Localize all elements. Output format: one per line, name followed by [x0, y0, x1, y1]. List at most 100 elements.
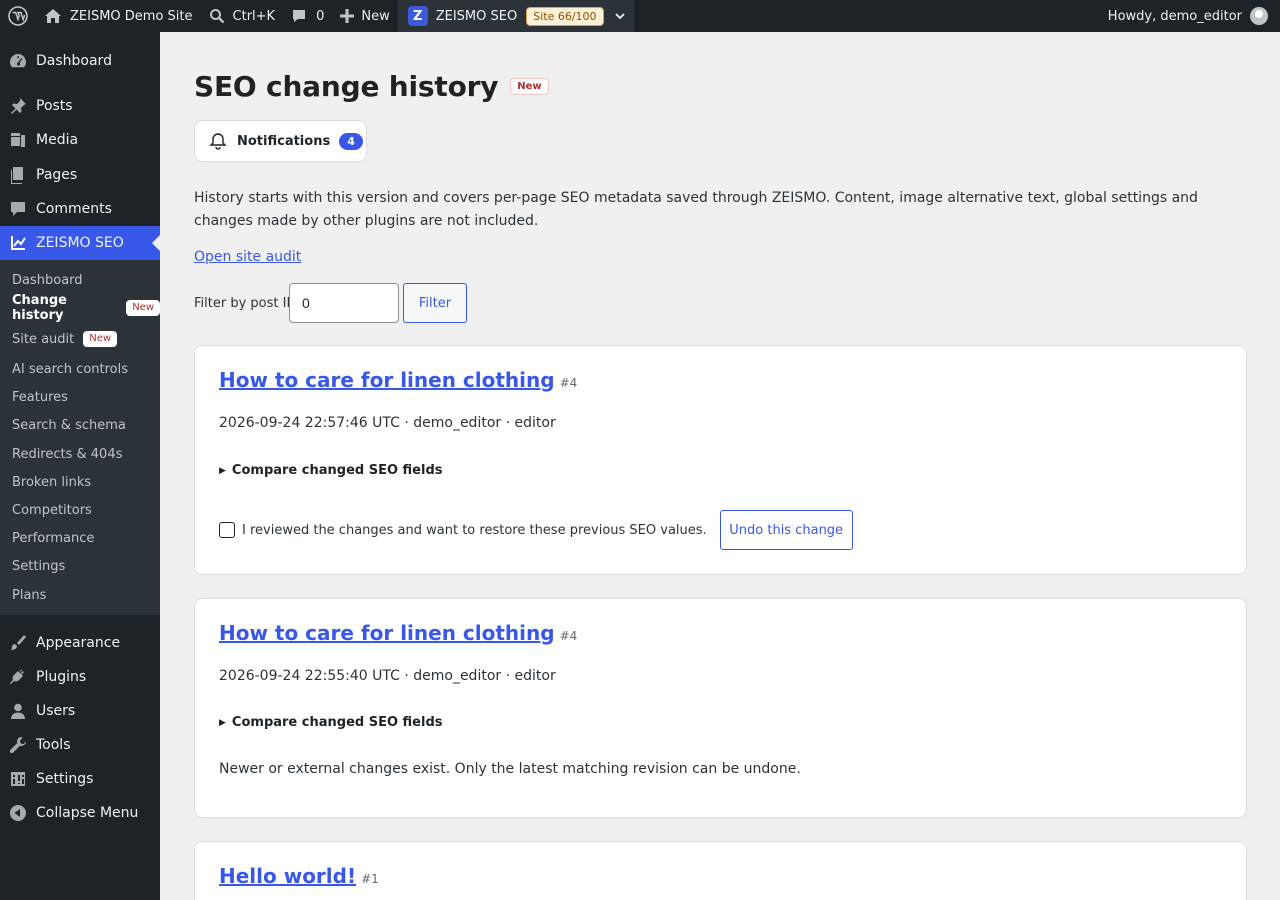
entry-title: Hello world! #1 — [219, 864, 379, 888]
intro-text: History starts with this version and cov… — [194, 190, 1198, 229]
confirm-restore-checkbox[interactable] — [219, 522, 235, 538]
submenu-plans[interactable]: Plans — [12, 584, 46, 606]
post-id-filter-input[interactable] — [289, 283, 399, 323]
avatar — [1250, 7, 1268, 25]
sliders-icon — [0, 770, 36, 788]
collapse-menu-button[interactable]: Collapse Menu — [0, 796, 160, 830]
plus-icon — [340, 9, 355, 23]
submenu-site-audit[interactable]: Site audit New — [12, 328, 118, 350]
menu-posts[interactable]: Posts — [0, 89, 160, 123]
submenu-broken-links[interactable]: Broken links — [12, 471, 91, 493]
filter-label: Filter by post ID — [194, 296, 297, 311]
menu-settings[interactable]: Settings — [0, 762, 160, 796]
page-title-text: SEO change history — [194, 70, 499, 103]
admin-sidebar: Dashboard Posts Media Pages Comments ZEI… — [0, 32, 160, 900]
submenu-settings[interactable]: Settings — [12, 555, 65, 577]
entry-post-link[interactable]: How to care for linen clothing — [219, 621, 555, 645]
menu-users[interactable]: Users — [0, 694, 160, 728]
undo-unavailable-note: Newer or external changes exist. Only th… — [219, 761, 801, 777]
pin-icon — [0, 97, 36, 115]
chevron-down-icon — [614, 13, 625, 20]
menu-label: Users — [36, 703, 76, 719]
undo-change-button[interactable]: Undo this change — [719, 510, 853, 550]
page-title: SEO change history New — [194, 70, 549, 103]
submenu-change-history[interactable]: Change history New — [12, 293, 160, 323]
plug-icon — [0, 668, 36, 686]
wrench-icon — [0, 736, 36, 754]
compare-fields-toggle[interactable]: ▶ Compare changed SEO fields — [219, 715, 443, 730]
submenu-competitors[interactable]: Competitors — [12, 499, 92, 521]
history-entry-card: How to care for linen clothing #4 2026-0… — [194, 345, 1247, 575]
menu-label: Comments — [36, 201, 112, 217]
notifications-count-badge: 4 — [339, 132, 363, 150]
submenu-label: Redirects & 404s — [12, 446, 123, 462]
compare-label: Compare changed SEO fields — [231, 715, 443, 730]
zeismo-submenu: Dashboard Change history New Site audit Ne… — [0, 260, 160, 615]
collapse-icon — [0, 804, 36, 822]
submenu-label: Site audit — [12, 331, 75, 347]
filter-button[interactable]: Filter — [403, 283, 467, 323]
chart-icon — [0, 234, 36, 252]
entry-title: How to care for linen clothing #4 — [219, 621, 577, 645]
menu-label: Plugins — [36, 669, 87, 685]
zeismo-seo-label: ZEISMO SEO — [435, 8, 518, 24]
comments-link[interactable]: 0 — [283, 0, 332, 32]
submenu-label: Search & schema — [12, 417, 126, 433]
zeismo-seo-menu[interactable]: Z ZEISMO SEO Site 66/100 — [397, 0, 634, 32]
confirm-restore-label[interactable]: I reviewed the changes and want to resto… — [242, 523, 707, 538]
media-icon — [0, 131, 36, 149]
notifications-label: Notifications — [237, 133, 331, 149]
search-shortcut-label: Ctrl+K — [232, 8, 276, 24]
comment-icon — [0, 200, 36, 218]
comment-icon — [293, 10, 306, 22]
menu-dashboard[interactable]: Dashboard — [0, 44, 160, 78]
menu-tools[interactable]: Tools — [0, 728, 160, 762]
dashboard-icon — [0, 52, 36, 70]
new-badge: New — [510, 78, 549, 95]
user-account-menu[interactable]: Howdy, demo_editor — [1100, 0, 1280, 32]
menu-appearance[interactable]: Appearance — [0, 626, 160, 660]
open-site-audit-link[interactable]: Open site audit — [194, 249, 301, 265]
compare-label: Compare changed SEO fields — [231, 463, 443, 478]
submenu-dashboard[interactable]: Dashboard — [12, 269, 83, 291]
submenu-ai-search-controls[interactable]: AI search controls — [12, 358, 128, 380]
menu-plugins[interactable]: Plugins — [0, 660, 160, 694]
command-search[interactable]: Ctrl+K — [201, 0, 284, 32]
admin-bar: ZEISMO Demo Site Ctrl+K 0 New Z ZEISMO S… — [0, 0, 1280, 32]
submenu-performance[interactable]: Performance — [12, 527, 94, 549]
search-icon — [209, 9, 224, 24]
main-content: SEO change history New Notifications 4 H… — [160, 32, 1280, 900]
compare-fields-toggle[interactable]: ▶ Compare changed SEO fields — [219, 463, 443, 478]
submenu-label: Broken links — [12, 474, 92, 490]
submenu-label: Performance — [12, 530, 95, 546]
notifications-button[interactable]: Notifications 4 — [194, 120, 367, 162]
submenu-label: Competitors — [12, 502, 92, 518]
entry-post-link[interactable]: How to care for linen clothing — [219, 368, 555, 392]
menu-label: Posts — [36, 98, 73, 114]
pages-icon — [0, 166, 36, 184]
submenu-label: Dashboard — [12, 272, 83, 288]
entry-post-link[interactable]: Hello world! — [219, 864, 356, 888]
submenu-search-schema[interactable]: Search & schema — [12, 414, 126, 436]
zeismo-logo-icon: Z — [407, 6, 428, 26]
menu-label: Settings — [36, 771, 94, 787]
new-badge: New — [126, 300, 160, 316]
menu-pages[interactable]: Pages — [0, 158, 160, 192]
submenu-label: Settings — [12, 558, 66, 574]
site-name-link[interactable]: ZEISMO Demo Site — [36, 0, 201, 32]
disclosure-triangle-icon: ▶ — [219, 717, 226, 728]
submenu-features[interactable]: Features — [12, 386, 68, 408]
menu-label: ZEISMO SEO — [36, 235, 124, 251]
wordpress-logo-icon[interactable] — [0, 0, 36, 32]
menu-label: Media — [36, 132, 79, 148]
home-icon — [45, 9, 61, 23]
menu-media[interactable]: Media — [0, 123, 160, 157]
menu-zeismo-seo[interactable]: ZEISMO SEO — [0, 226, 160, 260]
new-content-link[interactable]: New — [332, 0, 397, 32]
entry-meta: 2026-09-24 22:57:46 UTC · demo_editor · … — [219, 415, 556, 431]
menu-comments[interactable]: Comments — [0, 192, 160, 226]
entry-meta: 2026-09-24 22:55:40 UTC · demo_editor · … — [219, 668, 556, 684]
bell-icon — [209, 133, 227, 150]
new-label: New — [361, 8, 390, 24]
submenu-redirects[interactable]: Redirects & 404s — [12, 443, 122, 465]
